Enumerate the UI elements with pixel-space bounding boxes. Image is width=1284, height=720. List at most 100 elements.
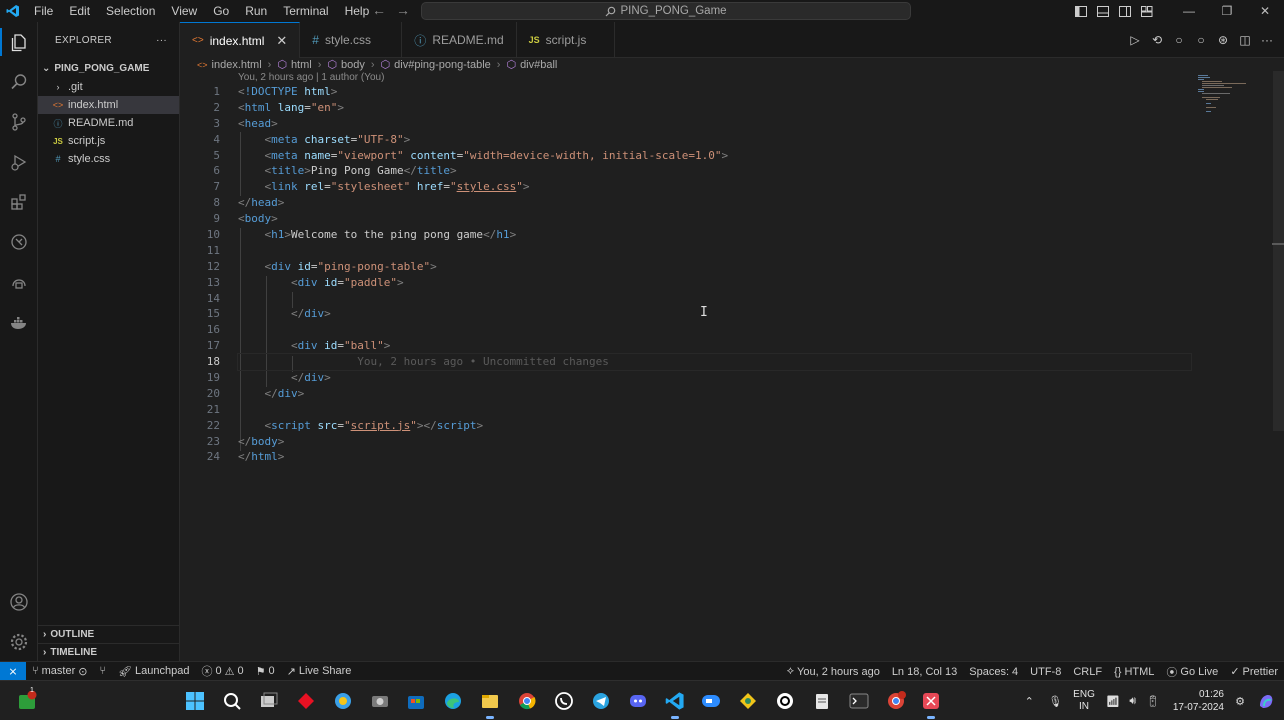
camera-app-icon[interactable] [369, 690, 391, 712]
launchpad-status[interactable]: 🚀︎ Launchpad [112, 665, 195, 678]
forward-arrow-icon[interactable]: → [396, 2, 410, 18]
zoom-icon[interactable] [700, 690, 722, 712]
edge-browser-icon[interactable] [442, 690, 464, 712]
encoding-status[interactable]: UTF-8 [1024, 666, 1067, 678]
run-icon[interactable]: ▷ [1126, 31, 1144, 49]
menu-file[interactable]: File [26, 4, 61, 18]
settings-gear-icon[interactable] [0, 622, 38, 662]
copilot-icon[interactable] [1256, 692, 1276, 710]
taskbar-clock[interactable]: 01:26 17-07-2024 [1173, 688, 1224, 714]
menu-edit[interactable]: Edit [61, 4, 98, 18]
more-actions-icon[interactable]: ··· [156, 35, 167, 46]
breadcrumb-item[interactable]: div#ball [520, 59, 557, 71]
minimap[interactable] [1198, 73, 1250, 113]
volume-icon[interactable]: 🔊︎ [1123, 695, 1143, 708]
breadcrumb-item[interactable]: body [341, 59, 365, 71]
menu-go[interactable]: Go [205, 4, 237, 18]
branch-status[interactable]: ⑂ master ⊙ [26, 665, 93, 678]
restore-icon[interactable]: ❐ [1208, 0, 1246, 22]
gitkraken-icon[interactable] [737, 690, 759, 712]
go-live-status[interactable]: ⦿ Go Live [1160, 664, 1224, 680]
tree-item-index-html[interactable]: <> index.html [38, 96, 179, 114]
more-actions-icon[interactable]: ··· [1258, 31, 1276, 49]
vertical-scrollbar-thumb[interactable] [1273, 71, 1284, 431]
close-icon[interactable]: ✕ [276, 33, 287, 49]
notification-settings-icon[interactable]: ⚙︎ [1230, 695, 1250, 708]
file-explorer-icon[interactable] [479, 690, 501, 719]
codelens-blame[interactable]: You, 2 hours ago | 1 author (You) [238, 72, 384, 83]
threads-app-icon[interactable] [774, 690, 796, 712]
tab-style-css[interactable]: # style.css [300, 22, 403, 58]
explorer-icon[interactable] [0, 22, 38, 62]
menu-terminal[interactable]: Terminal [275, 4, 336, 18]
src-link[interactable]: script.js [351, 419, 411, 432]
customize-layout-icon[interactable] [1136, 5, 1158, 17]
toggle-primary-sidebar-icon[interactable] [1070, 5, 1092, 17]
testing-icon[interactable] [0, 222, 38, 262]
whatsapp-icon[interactable] [553, 690, 575, 712]
tree-item-style-css[interactable]: # style.css [38, 150, 179, 168]
timeline-section[interactable]: › TIMELINE [38, 643, 180, 661]
tree-item-readme[interactable]: ⓘ README.md [38, 114, 179, 132]
app-icon-red[interactable] [295, 690, 317, 712]
menu-run[interactable]: Run [237, 4, 275, 18]
terminal-icon[interactable] [848, 690, 870, 712]
menu-view[interactable]: View [163, 4, 205, 18]
workspace-folder[interactable]: ⌄ PING_PONG_GAME [38, 58, 179, 78]
snipping-tool-icon[interactable] [920, 690, 942, 719]
extensions-icon[interactable] [0, 182, 38, 222]
live-share-status[interactable]: ↗ Live Share [281, 665, 358, 678]
git-lens-icon[interactable]: ⊛ [1214, 31, 1232, 49]
eol-status[interactable]: CRLF [1067, 666, 1108, 678]
tab-script-js[interactable]: JS script.js [517, 22, 615, 58]
ports-status[interactable]: ⚑ 0 [250, 665, 281, 678]
minimize-icon[interactable]: — [1170, 0, 1208, 22]
git-graph-status[interactable]: ⑂ [93, 665, 112, 677]
indentation-status[interactable]: Spaces: 4 [963, 666, 1024, 678]
task-view-icon[interactable] [258, 690, 280, 712]
ms-store-icon[interactable] [405, 690, 427, 712]
python-app-icon[interactable] [332, 690, 354, 712]
href-link[interactable]: style.css [457, 180, 517, 193]
chrome-icon[interactable] [516, 690, 538, 712]
tab-readme[interactable]: ⓘ README.md [402, 22, 517, 58]
outline-section[interactable]: › OUTLINE [38, 625, 180, 643]
menu-selection[interactable]: Selection [98, 4, 163, 18]
vscode-taskbar-icon[interactable] [664, 690, 686, 719]
split-editor-icon[interactable]: ◫ [1236, 31, 1254, 49]
tab-index-html[interactable]: <> index.html ✕ [180, 22, 301, 58]
remote-explorer-icon[interactable] [0, 262, 38, 302]
toggle-panel-icon[interactable] [1092, 5, 1114, 17]
prettier-status[interactable]: ✓ Prettier [1224, 665, 1284, 679]
start-button-icon[interactable] [184, 690, 206, 712]
breadcrumb-item[interactable]: div#ping-pong-table [394, 59, 491, 71]
cursor-position[interactable]: Ln 18, Col 13 [886, 666, 963, 678]
search-icon[interactable] [0, 62, 38, 102]
battery-icon[interactable]: 🔋︎ [1143, 695, 1163, 708]
input-language[interactable]: ENG IN [1073, 689, 1095, 713]
chevron-up-icon[interactable]: ⌃ [1019, 695, 1039, 708]
previous-change-icon[interactable]: ○ [1170, 31, 1188, 49]
toggle-secondary-sidebar-icon[interactable] [1114, 5, 1136, 17]
discord-icon[interactable] [627, 690, 649, 712]
source-control-icon[interactable] [0, 102, 38, 142]
telegram-icon[interactable] [590, 690, 612, 712]
back-arrow-icon[interactable]: ← [372, 2, 386, 18]
remote-indicator-icon[interactable]: ⨯ [0, 661, 26, 681]
code-editor[interactable]: You, 2 hours ago | 1 author (You) 1 2 3 … [180, 71, 1284, 661]
command-center[interactable]: PING_PONG_Game [421, 2, 911, 20]
docker-icon[interactable] [0, 302, 38, 342]
wifi-icon[interactable]: 📶︎ [1103, 695, 1123, 708]
next-change-icon[interactable]: ○ [1192, 31, 1210, 49]
problems-status[interactable]: ⓧ 0 ⚠︎ 0 [195, 663, 249, 679]
close-window-icon[interactable]: ✕ [1246, 0, 1284, 22]
notepad-icon[interactable] [811, 690, 833, 712]
tree-item-script-js[interactable]: JS script.js [38, 132, 179, 150]
language-mode[interactable]: {} HTML [1108, 666, 1160, 678]
open-changes-icon[interactable]: ⟲ [1148, 31, 1166, 49]
accounts-icon[interactable] [0, 582, 38, 622]
run-debug-icon[interactable] [0, 142, 38, 182]
blame-status[interactable]: ⟡ You, 2 hours ago [781, 665, 886, 678]
store-app-icon[interactable]: 1 [16, 687, 38, 712]
breadcrumb-item[interactable]: html [291, 59, 312, 71]
